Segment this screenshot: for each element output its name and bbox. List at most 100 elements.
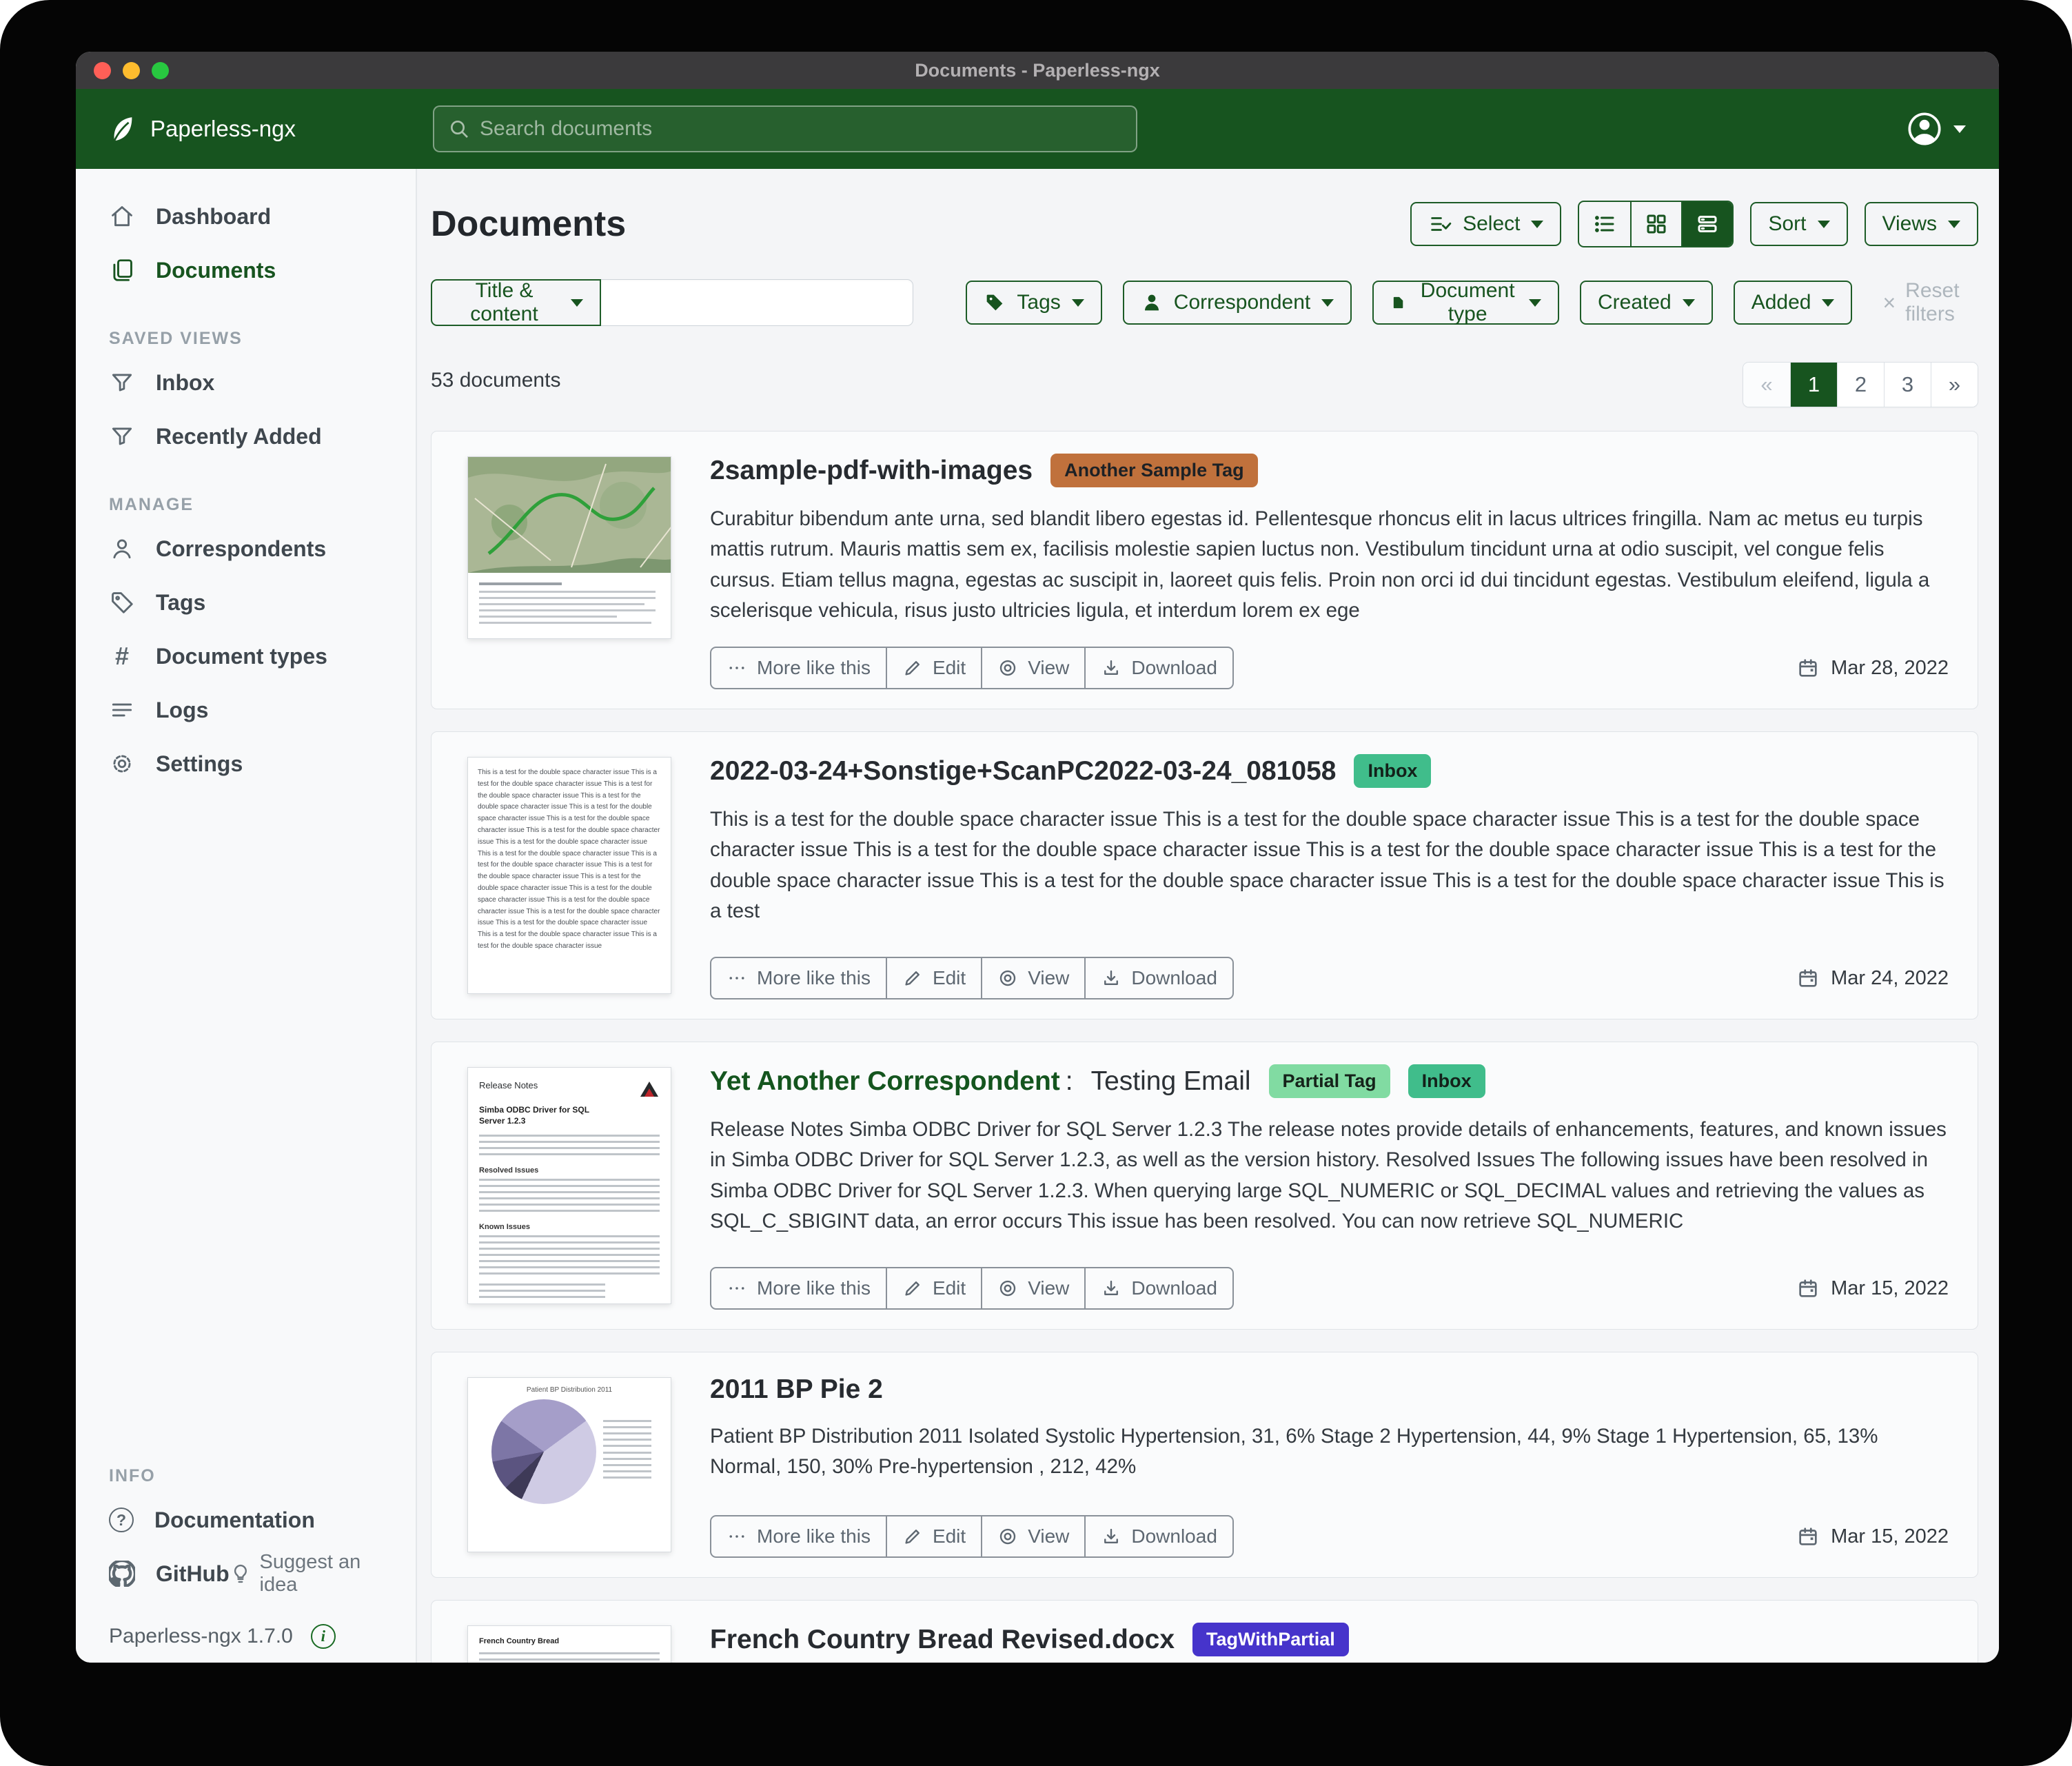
download-label: Download — [1131, 657, 1217, 679]
sidebar-item-documents[interactable]: Documents — [76, 243, 416, 297]
view-button[interactable]: View — [981, 1516, 1084, 1556]
document-actions: More like this Edit View — [710, 957, 1234, 999]
tag-chip[interactable]: TagWithPartial — [1192, 1623, 1349, 1656]
chevron-down-icon — [1529, 299, 1541, 307]
close-icon: × — [1882, 292, 1896, 314]
tag-chip[interactable]: Partial Tag — [1269, 1064, 1390, 1098]
download-label: Download — [1131, 1525, 1217, 1547]
sort-button[interactable]: Sort — [1750, 202, 1847, 246]
zoom-window-button[interactable] — [152, 62, 169, 79]
edit-label: Edit — [933, 967, 966, 989]
view-button[interactable]: View — [981, 1268, 1084, 1308]
sidebar-item-correspondents[interactable]: Correspondents — [76, 522, 416, 576]
sidebar-item-tags[interactable]: Tags — [76, 576, 416, 629]
pagination-page-3[interactable]: 3 — [1884, 363, 1931, 407]
document-date-label: Mar 15, 2022 — [1831, 1277, 1949, 1300]
filter-correspondent-button[interactable]: Correspondent — [1123, 281, 1352, 325]
document-correspondent[interactable]: Yet Another Correspondent — [710, 1066, 1060, 1097]
pagination-page-1[interactable]: 1 — [1790, 363, 1837, 407]
document-thumbnail[interactable]: This is a test for the double space char… — [467, 757, 671, 994]
document-thumbnail[interactable]: French Country Bread — [467, 1625, 671, 1663]
minimize-window-button[interactable] — [123, 62, 140, 79]
view-label: View — [1028, 967, 1069, 989]
view-detail-button[interactable] — [1681, 202, 1732, 246]
filter-text-input[interactable] — [601, 279, 913, 326]
sidebar-item-label: GitHub — [156, 1561, 230, 1587]
info-icon[interactable]: i — [311, 1624, 336, 1649]
pagination-page-2[interactable]: 2 — [1837, 363, 1884, 407]
close-window-button[interactable] — [94, 62, 111, 79]
more-like-this-button[interactable]: More like this — [711, 648, 886, 688]
edit-button[interactable]: Edit — [886, 958, 981, 998]
view-label: View — [1028, 1277, 1069, 1299]
avatar-icon — [1907, 111, 1942, 147]
select-button-label: Select — [1463, 212, 1520, 236]
preview-title: French Country Bread — [479, 1637, 660, 1645]
document-title[interactable]: 2011 BP Pie 2 — [710, 1374, 883, 1405]
app-window: Documents - Paperless-ngx Paperless-ngx … — [76, 52, 1999, 1663]
pagination-next[interactable]: » — [1931, 363, 1978, 407]
download-button[interactable]: Download — [1084, 648, 1232, 688]
search-input[interactable] — [480, 117, 1136, 141]
download-label: Download — [1131, 967, 1217, 989]
view-button[interactable]: View — [981, 648, 1084, 688]
saved-views-section-label: SAVED VIEWS — [109, 329, 416, 349]
filter-tags-button[interactable]: Tags — [966, 281, 1101, 325]
detail-view-icon — [1695, 212, 1720, 236]
view-toggle-group — [1578, 201, 1734, 247]
filter-funnel-icon — [109, 369, 135, 396]
sidebar-item-recently-added[interactable]: Recently Added — [76, 409, 416, 463]
document-actions: More like this Edit View — [710, 647, 1234, 689]
download-button[interactable]: Download — [1084, 958, 1232, 998]
reset-filters-button[interactable]: × Reset filters — [1882, 279, 1978, 326]
filter-created-button[interactable]: Created — [1580, 281, 1713, 325]
views-button[interactable]: Views — [1865, 202, 1978, 246]
sidebar-item-label: Correspondents — [156, 536, 326, 562]
sidebar-item-logs[interactable]: Logs — [76, 683, 416, 737]
gear-icon — [109, 751, 135, 777]
document-title[interactable]: 2022-03-24+Sonstige+ScanPC2022-03-24_081… — [710, 756, 1336, 786]
sidebar-item-github[interactable]: GitHub — [76, 1547, 230, 1601]
logs-icon — [109, 697, 135, 723]
download-button[interactable]: Download — [1084, 1268, 1232, 1308]
more-like-this-button[interactable]: More like this — [711, 1516, 886, 1556]
view-table-button[interactable] — [1579, 202, 1630, 246]
more-like-this-button[interactable]: More like this — [711, 958, 886, 998]
more-like-this-button[interactable]: More like this — [711, 1268, 886, 1308]
sidebar-item-settings[interactable]: Settings — [76, 737, 416, 791]
suggest-idea-link[interactable]: Suggest an idea — [230, 1551, 416, 1596]
sidebar-item-inbox[interactable]: Inbox — [76, 356, 416, 409]
filter-document-type-button[interactable]: Document type — [1372, 281, 1559, 325]
document-card: French Country Bread French Country Brea… — [431, 1600, 1978, 1663]
user-menu[interactable] — [1907, 111, 1966, 147]
document-title[interactable]: French Country Bread Revised.docx — [710, 1625, 1175, 1655]
calendar-icon — [1796, 1525, 1820, 1548]
document-title[interactable]: Testing Email — [1091, 1066, 1251, 1097]
document-thumbnail[interactable] — [467, 456, 671, 639]
sidebar-item-documentation[interactable]: ? Documentation — [76, 1493, 416, 1547]
documents-icon — [109, 257, 135, 283]
global-search — [433, 105, 1137, 152]
edit-button[interactable]: Edit — [886, 648, 981, 688]
sidebar-item-dashboard[interactable]: Dashboard — [76, 190, 416, 243]
sidebar-item-document-types[interactable]: # Document types — [76, 629, 416, 683]
edit-button[interactable]: Edit — [886, 1268, 981, 1308]
view-label: View — [1028, 1525, 1069, 1547]
filter-field-selector[interactable]: Title & content — [431, 279, 601, 326]
filter-added-button[interactable]: Added — [1734, 281, 1853, 325]
chevron-down-icon — [1948, 221, 1960, 228]
edit-button[interactable]: Edit — [886, 1516, 981, 1556]
view-grid-button[interactable] — [1630, 202, 1681, 246]
tag-chip[interactable]: Another Sample Tag — [1050, 454, 1258, 487]
document-title[interactable]: 2sample-pdf-with-images — [710, 456, 1033, 486]
filter-field-label: Title & content — [449, 279, 560, 326]
tag-chip[interactable]: Inbox — [1354, 754, 1431, 788]
pagination-prev[interactable]: « — [1743, 363, 1790, 407]
select-button[interactable]: Select — [1410, 202, 1561, 246]
document-thumbnail[interactable]: Release Notes Simba ODBC Driver for SQL … — [467, 1067, 671, 1304]
tag-chip[interactable]: Inbox — [1408, 1064, 1485, 1098]
view-button[interactable]: View — [981, 958, 1084, 998]
document-thumbnail[interactable]: Patient BP Distribution 2011 — [467, 1377, 671, 1552]
brand[interactable]: Paperless-ngx — [106, 113, 296, 145]
download-button[interactable]: Download — [1084, 1516, 1232, 1556]
